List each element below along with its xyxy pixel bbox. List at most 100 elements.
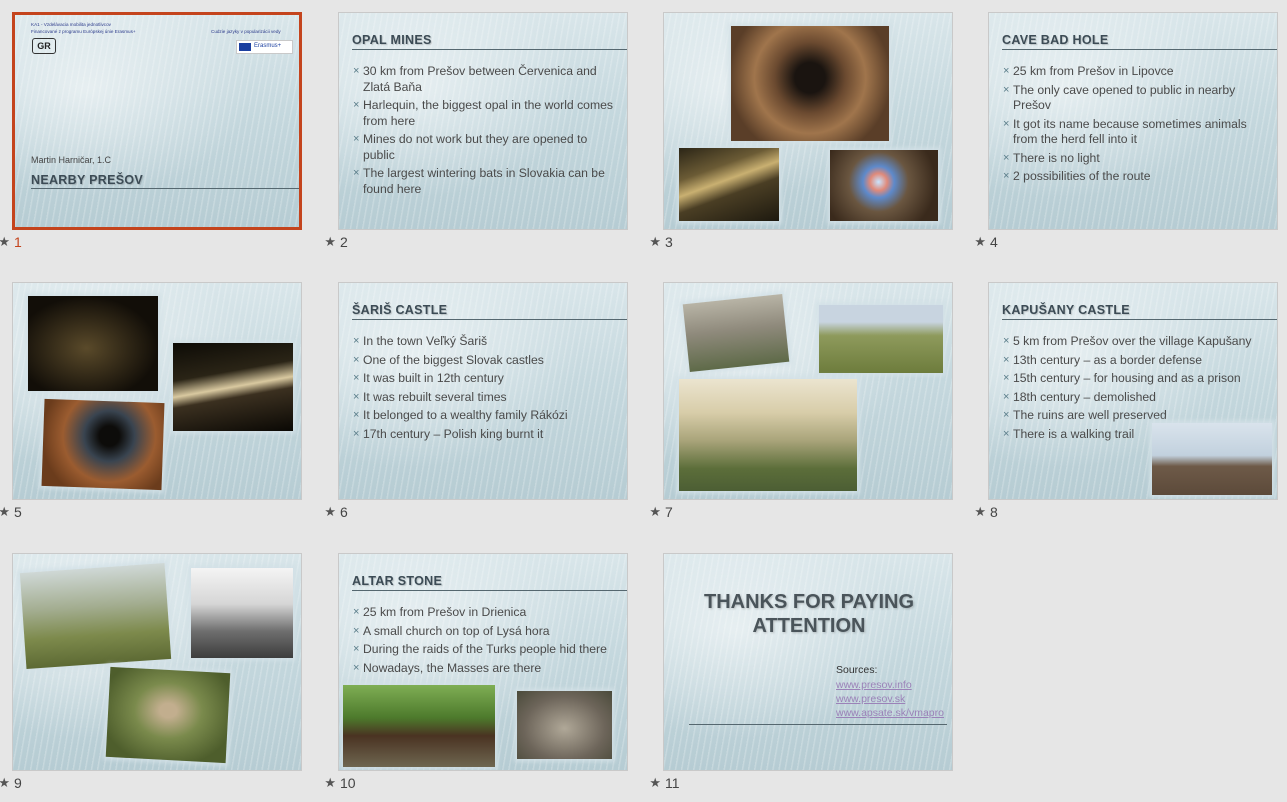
landscape-photo	[19, 563, 172, 669]
bullet-item: 18th century – demolished	[1003, 390, 1269, 406]
slide-author: Martin Harničar, 1.C	[31, 155, 112, 165]
bullet-item: The only cave opened to public in nearby…	[1003, 83, 1269, 114]
cave-photo-2	[173, 343, 293, 431]
erasmus-label: Erasmus+	[254, 43, 282, 49]
bullet-item: During the raids of the Turks people hid…	[353, 642, 619, 658]
slide-number-8: 8	[990, 504, 998, 520]
castle-photo	[1152, 423, 1272, 495]
castle-historical-map	[679, 379, 857, 491]
slide-thumbnail-3[interactable]	[663, 12, 953, 230]
slide-transition-star-icon[interactable]: ★	[649, 234, 661, 250]
slide-number-2: 2	[340, 234, 348, 250]
bullet-item: It was rebuilt several times	[353, 390, 619, 406]
slide-title: OPAL MINES	[352, 33, 432, 47]
title-underline	[352, 49, 627, 50]
slide-thumbnail-5[interactable]	[12, 282, 302, 500]
slide-transition-star-icon[interactable]: ★	[649, 775, 661, 791]
bullet-item: 2 possibilities of the route	[1003, 169, 1269, 185]
title-underline	[31, 188, 299, 189]
slide-transition-star-icon[interactable]: ★	[324, 504, 336, 520]
erasmus-logo: Erasmus+	[236, 40, 293, 54]
slide-thumbnail-10[interactable]: ALTAR STONE 25 km from Prešov in Drienic…	[338, 553, 628, 771]
slide-thumbnail-6[interactable]: ŠARIŠ CASTLE In the town Veľký Šariš One…	[338, 282, 628, 500]
bullet-list: 30 km from Prešov between Červenica and …	[353, 64, 619, 200]
bullet-item: 13th century – as a border defense	[1003, 353, 1269, 369]
cave-photo-1	[28, 296, 158, 391]
title-underline	[352, 590, 627, 591]
bullet-item: 17th century – Polish king burnt it	[353, 427, 619, 443]
title-underline	[1002, 319, 1277, 320]
slide-transition-star-icon[interactable]: ★	[974, 504, 986, 520]
slide-title: ŠARIŠ CASTLE	[352, 303, 448, 317]
bullet-item: Nowadays, the Masses are there	[353, 661, 619, 677]
closing-underline	[689, 724, 947, 725]
bullet-item: A small church on top of Lysá hora	[353, 624, 619, 640]
bullet-item: 15th century – for housing and as a pris…	[1003, 371, 1269, 387]
bullet-item: The ruins are well preserved	[1003, 408, 1269, 424]
bullet-item: Harlequin, the biggest opal in the world…	[353, 98, 619, 129]
slide-title: NEARBY PREŠOV	[31, 173, 144, 187]
slide-transition-star-icon[interactable]: ★	[649, 504, 661, 520]
crystal-photo	[679, 148, 779, 221]
castle-sketch	[191, 568, 293, 658]
bullet-item: 25 km from Prešov in Lipovce	[1003, 64, 1269, 80]
school-logo-text: GR	[37, 41, 51, 51]
slide-transition-star-icon[interactable]: ★	[324, 234, 336, 250]
project-header-right: Cudzie jazyky v popularizácii vedy	[211, 29, 281, 34]
bullet-item: 5 km from Prešov over the village Kapuša…	[1003, 334, 1269, 350]
slide-number-10: 10	[340, 775, 356, 791]
castle-ruins-photo	[682, 293, 790, 373]
slide-number-3: 3	[665, 234, 673, 250]
slide-thumbnail-9[interactable]	[12, 553, 302, 771]
slide-transition-star-icon[interactable]: ★	[324, 775, 336, 791]
project-header-line-1: KA1 - Vzdelávacia mobilita jednotlivcov	[31, 22, 111, 27]
slide-number-7: 7	[665, 504, 673, 520]
church-photo	[343, 685, 495, 767]
slide-title: CAVE BAD HOLE	[1002, 33, 1109, 47]
bullet-item: One of the biggest Slovak castles	[353, 353, 619, 369]
mine-tunnel-photo	[731, 26, 889, 141]
source-link[interactable]: www.apsate.sk/vmapro	[836, 707, 944, 719]
bullet-list: In the town Veľký Šariš One of the bigge…	[353, 334, 619, 445]
eu-flag-icon	[239, 43, 251, 51]
slide-thumbnail-4[interactable]: CAVE BAD HOLE 25 km from Prešov in Lipov…	[988, 12, 1278, 230]
bullet-item: In the town Veľký Šariš	[353, 334, 619, 350]
sources-label: Sources:	[836, 664, 878, 676]
slide-title: KAPUŠANY CASTLE	[1002, 303, 1130, 317]
bullet-item: 30 km from Prešov between Červenica and …	[353, 64, 619, 95]
title-underline	[352, 319, 627, 320]
school-logo: GR	[32, 38, 56, 54]
slide-number-1: 1	[14, 234, 22, 250]
slide-thumbnail-1[interactable]: KA1 - Vzdelávacia mobilita jednotlivcov …	[12, 12, 302, 230]
slide-thumbnail-11[interactable]: THANKS FOR PAYING ATTENTION Sources: www…	[663, 553, 953, 771]
bullet-list: 25 km from Prešov in Lipovce The only ca…	[1003, 64, 1269, 188]
slide-thumbnail-2[interactable]: OPAL MINES 30 km from Prešov between Čer…	[338, 12, 628, 230]
aerial-castle-photo	[105, 666, 231, 764]
slide-thumbnail-8[interactable]: KAPUŠANY CASTLE 5 km from Prešov over th…	[988, 282, 1278, 500]
bullet-item: It belonged to a wealthy family Rákózi	[353, 408, 619, 424]
castle-hill-photo	[819, 305, 943, 373]
opal-photo	[830, 150, 938, 221]
project-header-line-2: Financované z programu Európskej únie Er…	[31, 29, 136, 34]
bullet-item: There is no light	[1003, 151, 1269, 167]
source-link[interactable]: www.presov.sk	[836, 693, 905, 705]
bullet-item: It was built in 12th century	[353, 371, 619, 387]
bullet-item: 25 km from Prešov in Drienica	[353, 605, 619, 621]
slide-number-4: 4	[990, 234, 998, 250]
slide-transition-star-icon[interactable]: ★	[0, 504, 10, 520]
slide-title: ALTAR STONE	[352, 574, 443, 588]
altar-stone-photo	[517, 691, 612, 759]
slide-thumbnail-7[interactable]	[663, 282, 953, 500]
bullet-item: It got its name because sometimes animal…	[1003, 117, 1269, 148]
source-link[interactable]: www.presov.info	[836, 679, 912, 691]
slide-number-6: 6	[340, 504, 348, 520]
bullet-item: Mines do not work but they are opened to…	[353, 132, 619, 163]
slide-transition-star-icon[interactable]: ★	[0, 775, 10, 791]
slide-transition-star-icon[interactable]: ★	[0, 234, 10, 250]
slide-number-9: 9	[14, 775, 22, 791]
cave-photo-3	[41, 398, 165, 491]
bullet-item: The largest wintering bats in Slovakia c…	[353, 166, 619, 197]
slide-number-5: 5	[14, 504, 22, 520]
slide-title: THANKS FOR PAYING ATTENTION	[703, 591, 915, 637]
slide-transition-star-icon[interactable]: ★	[974, 234, 986, 250]
